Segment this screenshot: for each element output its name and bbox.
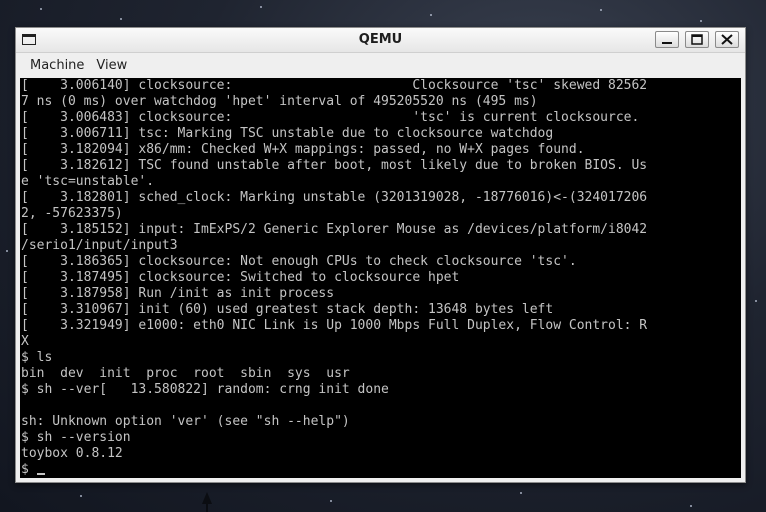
console-line: 2, -57623375) bbox=[21, 206, 123, 221]
console-line: [ 3.321949] e1000: eth0 NIC Link is Up 1… bbox=[21, 318, 648, 333]
star bbox=[40, 8, 42, 10]
star bbox=[330, 500, 332, 502]
console-output: [ 3.006140] clocksource: Clocksource 'ts… bbox=[20, 78, 741, 478]
star bbox=[120, 18, 122, 20]
close-button[interactable] bbox=[715, 31, 739, 48]
close-icon bbox=[721, 34, 733, 45]
console-line: sh: Unknown option 'ver' (see "sh --help… bbox=[21, 414, 350, 429]
console-line: X bbox=[21, 334, 29, 349]
console-line: [ 3.006711] tsc: Marking TSC unstable du… bbox=[21, 126, 554, 141]
console-line: [ 3.187495] clocksource: Switched to clo… bbox=[21, 270, 460, 285]
minimize-button[interactable] bbox=[655, 31, 679, 48]
tree-silhouette bbox=[202, 492, 212, 512]
maximize-icon bbox=[691, 34, 703, 45]
star bbox=[80, 495, 82, 497]
console-line: [ 3.006140] clocksource: Clocksource 'ts… bbox=[21, 78, 648, 93]
console-line: 7 ns (0 ms) over watchdog 'hpet' interva… bbox=[21, 94, 538, 109]
console-line: /serio1/input/input3 bbox=[21, 238, 178, 253]
console-line: [ 3.182612] TSC found unstable after boo… bbox=[21, 158, 648, 173]
console-line: [ 3.186365] clocksource: Not enough CPUs… bbox=[21, 254, 577, 269]
text-cursor bbox=[36, 473, 45, 475]
menu-view[interactable]: View bbox=[90, 56, 133, 75]
console-line: $ ls bbox=[21, 350, 53, 365]
console-line: $ sh --ver[ 13.580822] random: crng init… bbox=[21, 382, 389, 397]
star bbox=[520, 492, 522, 494]
star bbox=[700, 20, 702, 22]
console-line: [ 3.187958] Run /init as init process bbox=[21, 286, 335, 301]
console-line: bin dev init proc root sbin sys usr bbox=[21, 366, 350, 381]
star bbox=[755, 300, 757, 302]
console-line: [ 3.182094] x86/mm: Checked W+X mappings… bbox=[21, 142, 585, 157]
qemu-window: QEMU Machine View [ 3.006140] clocksourc… bbox=[15, 27, 746, 483]
menu-machine[interactable]: Machine bbox=[24, 56, 90, 75]
console-line: toybox 0.8.12 bbox=[21, 446, 123, 461]
console-line: [ 3.182801] sched_clock: Marking unstabl… bbox=[21, 190, 648, 205]
title-bar[interactable]: QEMU bbox=[16, 28, 745, 53]
window-title: QEMU bbox=[358, 32, 403, 47]
star bbox=[430, 14, 432, 16]
star bbox=[6, 250, 8, 252]
minimize-icon bbox=[662, 42, 672, 44]
menu-bar: Machine View bbox=[16, 53, 745, 77]
prompt-line[interactable]: $ bbox=[20, 462, 741, 478]
maximize-button[interactable] bbox=[685, 31, 709, 48]
vm-console[interactable]: [ 3.006140] clocksource: Clocksource 'ts… bbox=[20, 78, 741, 478]
shell-prompt: $ bbox=[21, 462, 37, 477]
console-line: e 'tsc=unstable'. bbox=[21, 174, 155, 189]
console-line: [ 3.006483] clocksource: 'tsc' is curren… bbox=[21, 110, 640, 125]
console-line: $ sh --version bbox=[21, 430, 131, 445]
console-line: [ 3.310967] init (60) used greatest stac… bbox=[21, 302, 554, 317]
console-line: [ 3.185152] input: ImExPS/2 Generic Expl… bbox=[21, 222, 648, 237]
star bbox=[690, 505, 692, 507]
star bbox=[260, 6, 262, 8]
star bbox=[600, 9, 602, 11]
